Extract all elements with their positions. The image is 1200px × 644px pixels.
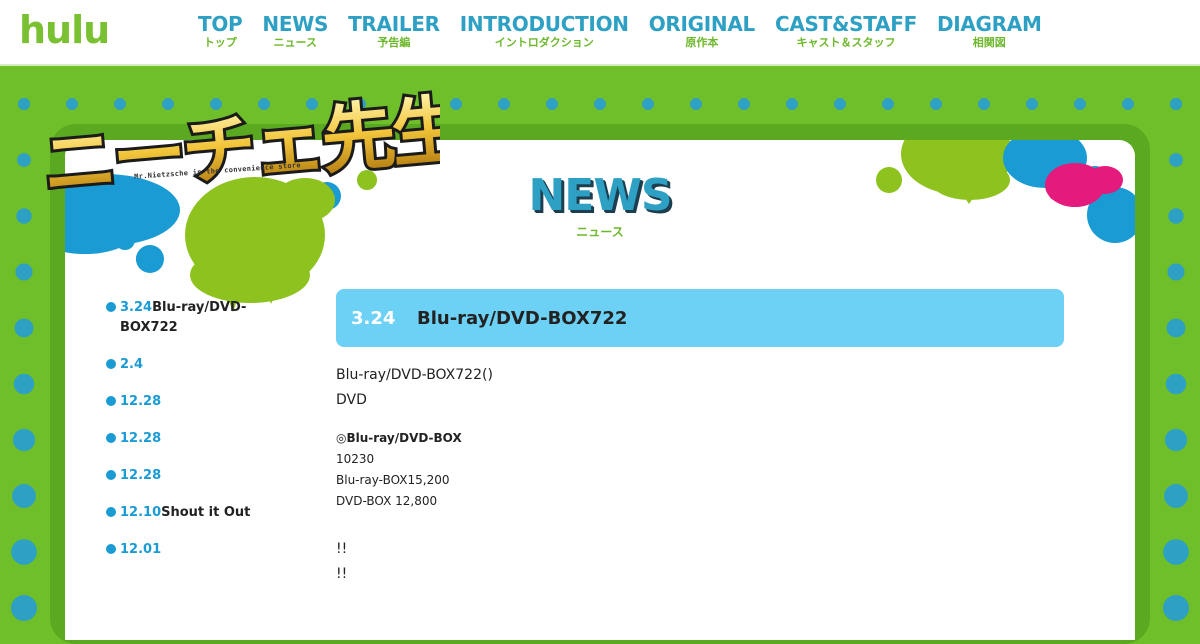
nav-news[interactable]: NEWS ニュース — [262, 12, 328, 52]
frame-dot — [12, 484, 36, 508]
frame-dot — [1164, 428, 1188, 452]
news-date: 12.01 — [120, 542, 162, 557]
frame-dot — [450, 98, 462, 110]
frame-dot — [14, 318, 34, 338]
article-detail: DVD-BOX 12,800 — [336, 494, 438, 508]
news-list: 3.24Blu-ray/DVD-BOX722 2.4 12.28 12.28 1… — [106, 298, 286, 577]
nav-trailer[interactable]: TRAILER 予告編 — [348, 12, 440, 52]
frame-dot — [1167, 263, 1185, 281]
nav-cast-staff[interactable]: CAST&STAFF キャスト＆スタッフ — [775, 12, 917, 52]
frame-dot — [546, 98, 558, 110]
article-text: DVD — [336, 392, 367, 408]
nav-sublabel: キャスト＆スタッフ — [796, 36, 896, 49]
nav-sublabel: トップ — [203, 36, 237, 49]
frame-dot — [1164, 484, 1188, 508]
article-text: !! — [336, 566, 348, 582]
frame-dot — [642, 98, 654, 110]
main-nav: TOP トップ NEWS ニュース TRAILER 予告編 INTRODUCTI… — [198, 12, 1062, 52]
nav-label: DIAGRAM — [936, 12, 1042, 36]
frame-dot — [11, 595, 37, 621]
nav-introduction[interactable]: INTRODUCTION イントロダクション — [460, 12, 629, 52]
frame-dot — [738, 98, 750, 110]
nav-label: CAST&STAFF — [774, 12, 917, 36]
news-list-item[interactable]: 12.28 — [106, 429, 286, 449]
nav-sublabel: イントロダクション — [494, 36, 594, 49]
frame-dot — [13, 373, 35, 395]
news-list-item[interactable]: 12.10Shout it Out — [106, 503, 286, 523]
frame-dot — [15, 263, 33, 281]
nav-sublabel: 相関図 — [972, 36, 1006, 49]
news-list-item[interactable]: 12.28 — [106, 392, 286, 412]
frame-dot — [18, 98, 30, 110]
news-list-item[interactable]: 2.4 — [106, 355, 286, 375]
frame-dot — [690, 98, 702, 110]
news-date: 12.28 — [120, 431, 162, 446]
nav-top[interactable]: TOP トップ — [198, 12, 243, 52]
news-date: 12.28 — [120, 394, 162, 409]
article-body: Blu-ray/DVD-BOX722() DVD ◎Blu-ray/DVD-BO… — [336, 363, 1064, 587]
frame-dot — [498, 98, 510, 110]
article-header: 3.24 Blu-ray/DVD-BOX722 — [336, 289, 1064, 347]
frame-dot — [1163, 539, 1189, 565]
nav-label: TRAILER — [348, 12, 440, 36]
frame-dot — [930, 98, 942, 110]
page-title: NEWS — [528, 170, 672, 221]
nav-diagram[interactable]: DIAGRAM 相関図 — [937, 12, 1042, 52]
nav-sublabel: 原作本 — [685, 36, 719, 49]
article-text: Blu-ray/DVD-BOX722() — [336, 367, 493, 383]
news-date: 3.24 — [120, 300, 153, 315]
frame-dot — [594, 98, 606, 110]
site-header: hulu TOP トップ NEWS ニュース TRAILER 予告編 INTRO… — [0, 0, 1200, 66]
news-date: 12.10 — [120, 505, 162, 520]
nav-sublabel: ニュース — [273, 36, 317, 49]
frame-dot — [1169, 153, 1183, 167]
frame-dot — [834, 98, 846, 110]
nav-label: ORIGINAL — [648, 12, 756, 36]
nav-original[interactable]: ORIGINAL 原作本 — [648, 12, 756, 52]
nav-label: NEWS — [262, 12, 329, 36]
frame-dot — [12, 428, 36, 452]
article-text: !! — [336, 541, 348, 557]
frame-dot — [1122, 98, 1134, 110]
news-list-item[interactable]: 3.24Blu-ray/DVD-BOX722 — [106, 298, 286, 338]
news-list-item[interactable]: 12.28 — [106, 466, 286, 486]
news-title: Shout it Out — [161, 505, 251, 520]
frame-dot — [17, 153, 31, 167]
frame-dot — [786, 98, 798, 110]
frame-dot — [1170, 98, 1182, 110]
nav-label: TOP — [198, 12, 243, 36]
frame-dot — [11, 539, 37, 565]
nav-label: INTRODUCTION — [459, 12, 629, 36]
frame-dot — [882, 98, 894, 110]
news-date: 2.4 — [120, 357, 144, 372]
article-detail: 10230 — [336, 452, 375, 466]
frame-dot — [978, 98, 990, 110]
article-detail: Blu-ray-BOX15,200 — [336, 473, 450, 487]
hulu-logo[interactable]: hulu — [19, 8, 110, 52]
nav-sublabel: 予告編 — [377, 36, 411, 49]
frame-dot — [1166, 318, 1186, 338]
frame-dot — [1165, 373, 1187, 395]
article-date: 3.24 — [351, 307, 396, 329]
news-date: 12.28 — [120, 468, 162, 483]
article-title: Blu-ray/DVD-BOX722 — [417, 307, 628, 329]
page-subtitle: ニュース — [576, 225, 624, 239]
frame-dot — [1026, 98, 1038, 110]
frame-dot — [1074, 98, 1086, 110]
article-copyright: ◎Blu-ray/DVD-BOX — [336, 431, 462, 445]
news-list-item[interactable]: 12.01 — [106, 540, 286, 560]
frame-dot — [1163, 595, 1189, 621]
